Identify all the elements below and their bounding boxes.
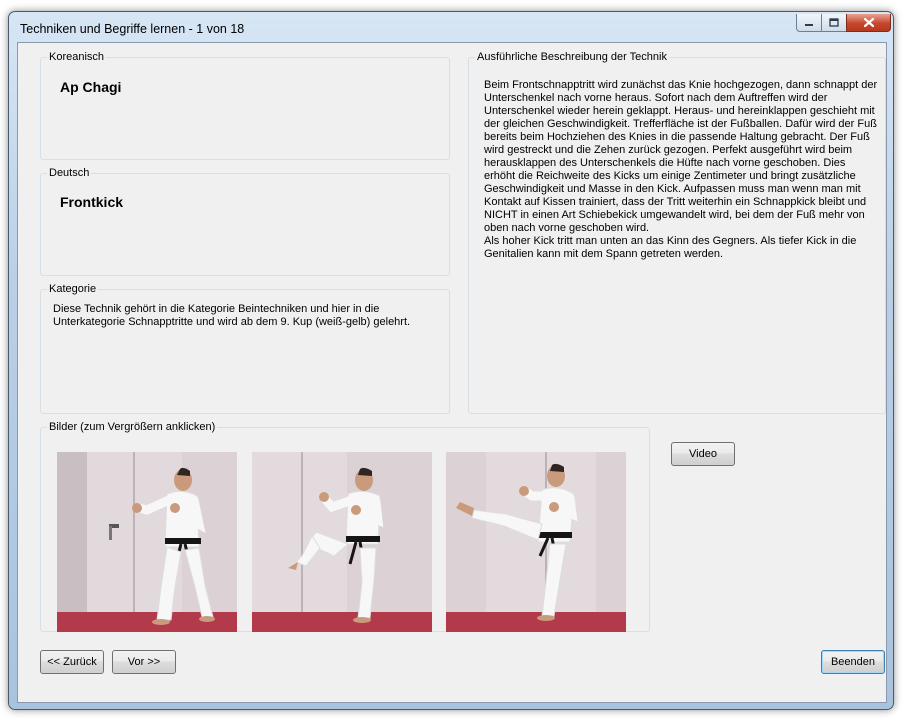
description-group: Ausführliche Beschreibung der Technik Be… (468, 50, 886, 414)
quit-button[interactable]: Beenden (821, 650, 885, 674)
description-text: Beim Frontschnapptritt wird zunächst das… (484, 79, 878, 260)
video-button[interactable]: Video (671, 442, 735, 466)
maximize-button[interactable] (821, 14, 847, 32)
close-button[interactable] (846, 14, 891, 32)
korean-term: Ap Chagi (60, 79, 122, 95)
german-legend: Deutsch (47, 166, 92, 180)
technique-photo-2[interactable] (252, 452, 432, 632)
category-group: Kategorie Diese Technik gehört in die Ka… (40, 282, 450, 414)
korean-group: Koreanisch Ap Chagi (40, 50, 450, 160)
description-legend: Ausführliche Beschreibung der Technik (475, 50, 669, 64)
photo-2-image (252, 452, 432, 632)
forward-button[interactable]: Vor >> (112, 650, 176, 674)
images-legend: Bilder (zum Vergrößern anklicken) (47, 420, 218, 434)
client-area: Koreanisch Ap Chagi Deutsch Frontkick Ka… (17, 42, 887, 703)
category-legend: Kategorie (47, 282, 99, 296)
minimize-icon (805, 23, 813, 26)
title-bar[interactable]: Techniken und Begriffe lernen - 1 von 18 (9, 12, 893, 42)
german-term: Frontkick (60, 194, 124, 210)
app-window: Techniken und Begriffe lernen - 1 von 18… (8, 11, 894, 710)
back-button[interactable]: << Zurück (40, 650, 104, 674)
category-text: Diese Technik gehört in die Kategorie Be… (53, 303, 411, 328)
technique-photo-1[interactable] (57, 452, 237, 632)
korean-legend: Koreanisch (47, 50, 107, 64)
photo-1-image (57, 452, 237, 632)
german-group: Deutsch Frontkick (40, 166, 450, 276)
maximize-icon (829, 18, 839, 27)
photo-3-image (446, 452, 626, 632)
minimize-button[interactable] (796, 14, 822, 32)
technique-photo-3[interactable] (446, 452, 626, 632)
window-title: Techniken und Begriffe lernen - 1 von 18 (20, 22, 245, 36)
close-icon (863, 17, 874, 28)
